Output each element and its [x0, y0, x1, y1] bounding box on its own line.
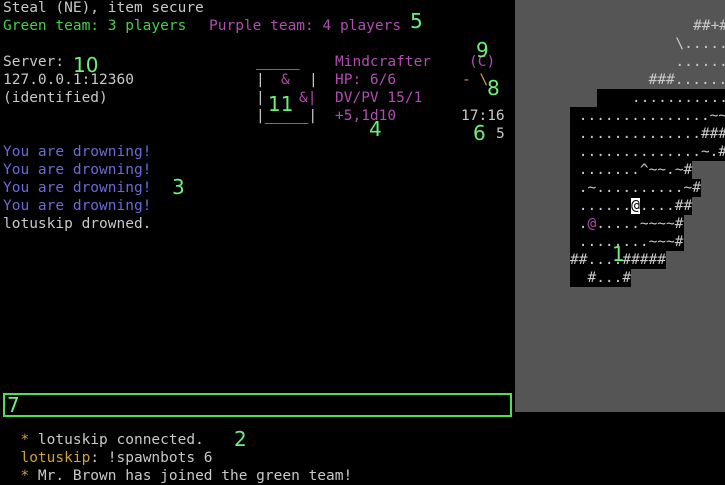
portrait-row1-right: | [309, 72, 318, 88]
portrait-row1-left: | [256, 72, 265, 88]
chat-line: * Mr. Brown has joined the green team! [3, 449, 352, 485]
chat-text: Mr. Brown has joined the green team! [29, 468, 353, 484]
message-line: lotuskip drowned. [3, 216, 152, 232]
callout-3: 3 [172, 175, 185, 199]
player-icon: @ [631, 198, 640, 214]
callout-2: 2 [234, 427, 247, 451]
game-map[interactable]: #... ##+###..... \......... ......... ##… [515, 0, 725, 412]
weapon-glyph: - \ [462, 72, 489, 88]
callout-10: 10 [73, 53, 99, 77]
message-line: You are drowning! [3, 162, 152, 178]
attack-stat: +5,1d10 [335, 108, 397, 124]
callout-4: 4 [369, 117, 382, 141]
dvpv-stat: DV/PV 15/1 [335, 90, 423, 106]
callout-1: 1 [612, 242, 625, 266]
map-row: .@.....~~~~# [570, 215, 684, 233]
server-address: 127.0.0.1:12360 [3, 72, 134, 88]
purple-team-count: Purple team: 4 players [209, 18, 402, 34]
callout-9: 9 [476, 38, 489, 62]
map-row: ......@....## [570, 197, 693, 215]
map-row: ........~~~# [570, 233, 684, 251]
map-row: .~..........~# [570, 179, 701, 197]
callout-6: 6 [473, 121, 486, 145]
map-row: ..............~ [597, 89, 725, 107]
portrait-glyph: & [281, 72, 290, 88]
message-line: You are drowning! [3, 198, 152, 214]
callout-7: 7 [7, 393, 20, 417]
map-row: ..............~.# [570, 143, 725, 161]
message-line: You are drowning! [3, 180, 152, 196]
green-team-count: Green team: 3 players [3, 18, 187, 34]
map-row: #...# [570, 269, 632, 287]
map-row: ##+###..... [693, 18, 725, 34]
enemy-icon: @ [587, 216, 597, 232]
portrait-glyph-2: &| [299, 90, 317, 106]
map-row: .......^~~.~# [570, 161, 693, 179]
server-label: Server: [3, 54, 65, 70]
map-row: ...............~~ [570, 107, 725, 125]
character-name: Mindcrafter [335, 54, 432, 70]
status-line: Steal (NE), item secure [3, 0, 204, 16]
message-line: You are drowning! [3, 144, 152, 160]
map-row: ###......... [648, 72, 725, 88]
map-row: \......... [675, 36, 725, 52]
hp-stat: HP: 6/6 [335, 72, 397, 88]
callout-5: 5 [410, 9, 423, 33]
portrait-row2-left: | [256, 90, 265, 106]
callout-8: 8 [487, 76, 500, 100]
map-row: ......... [675, 54, 725, 70]
chat-bullet: * [20, 468, 30, 484]
turn-counter: 5 [496, 126, 505, 142]
portrait-top: _____ [256, 54, 300, 70]
callout-11: 11 [268, 92, 294, 116]
map-row: #... [678, 0, 725, 17]
map-row: ..............#### [570, 125, 725, 143]
server-status: (identified) [3, 90, 108, 106]
